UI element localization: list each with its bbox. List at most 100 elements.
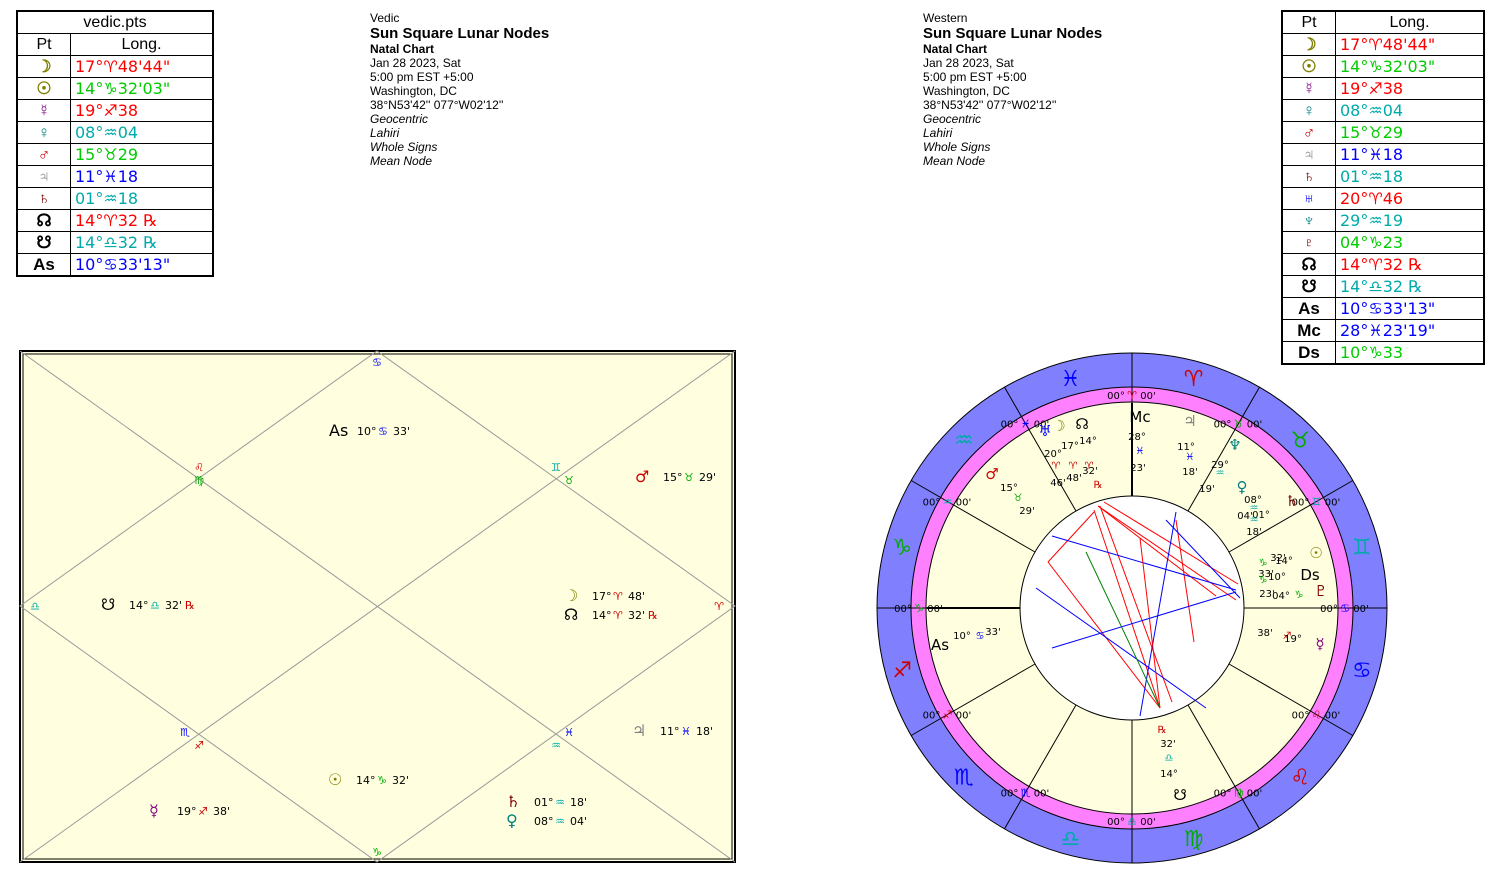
planet-glyph-icon: ☽ <box>564 586 578 605</box>
chart-place: Washington, DC <box>370 84 457 98</box>
longitude-value: 29°♒19 <box>1335 209 1485 232</box>
cusp-minute: 00' <box>1247 420 1262 431</box>
zodiac-sign-icon: ♑ <box>892 535 912 560</box>
cusp-minute: 00' <box>1140 391 1155 402</box>
longitude-value: 15°♉29 <box>70 143 214 166</box>
zodiac-sign-icon: ♎ <box>1061 827 1081 852</box>
cusp-sign-marker: ♑ <box>914 602 924 615</box>
wheel-planet-text: ♒ <box>1250 515 1259 526</box>
planet-row: As 10°♋33'13" <box>16 253 214 277</box>
planet-glyph-icon: ♂ <box>635 467 649 486</box>
wheel-planet-icon: ♄ <box>1285 492 1298 510</box>
chart-time: 5:00 pm EST +5:00 <box>923 70 1027 84</box>
moon-icon: ☽ <box>16 55 71 78</box>
planet-row: ♂ 15°♉29 <box>1281 121 1485 144</box>
cusp-sign-marker: ♓ <box>1021 418 1031 431</box>
planet-glyph-icon: As <box>329 421 348 440</box>
uranus-icon: ♅ <box>1281 187 1336 210</box>
longitude-value: 08°♒04 <box>1335 99 1485 122</box>
wheel-planet-text: 19' <box>1199 484 1214 495</box>
cusp-sign-marker: ♊ <box>1312 496 1322 509</box>
cusp-degree: 00° <box>894 604 912 615</box>
planet-row: ☉ 14°♑32'03" <box>16 77 214 100</box>
wheel-planet-text: ℞ <box>1094 480 1103 491</box>
jupiter-icon: ♃ <box>16 165 71 188</box>
wheel-planet-text: ♓ <box>1136 446 1145 457</box>
longitude-value: 14°♈32 ℞ <box>1335 253 1485 276</box>
wheel-planet-text: 38' <box>1257 628 1272 639</box>
cusp-minute: 00' <box>1140 817 1155 828</box>
ascendant-icon: As <box>16 253 71 277</box>
planet-row: ☊ 14°♈32 ℞ <box>16 209 214 232</box>
cusp-sign-marker: ♌ <box>1312 709 1322 722</box>
longitude-value: 20°♈46 <box>1335 187 1485 210</box>
wheel-planet-text: ♒ <box>1216 468 1225 479</box>
longitude-value: 14°♑32'03" <box>70 77 214 100</box>
wheel-planet-icon: ♇ <box>1314 582 1327 600</box>
planet-minute: 32' <box>165 599 182 612</box>
longitude-value: 11°♓18 <box>70 165 214 188</box>
zodiac-sign-icon: ♈ <box>1184 367 1204 392</box>
planet-row: ♃ 11°♓18 <box>1281 143 1485 166</box>
house-sign-marker: ♌ <box>194 461 204 474</box>
wheel-planet-icon: Mc <box>1129 408 1150 426</box>
wheel-planet-icon: ☊ <box>1075 415 1088 433</box>
planet-glyph-icon: ♀ <box>506 811 518 830</box>
vedic-north-indian-chart: ♋♌♍♎♏♐♑♒♓♈♉♊ As 10° ♋ 33'♂ 15° ♉ 29'☋ 14° ♎ 32' ℞☽… <box>19 350 736 863</box>
zodiac-sign-icon: ♋ <box>1352 659 1372 684</box>
wheel-planet-icon: ☿ <box>1315 635 1324 653</box>
wheel-planet-icon: ☽ <box>1052 417 1065 435</box>
wheel-planet-text: ♈ <box>1052 461 1061 472</box>
wheel-planet-icon: ♀ <box>1237 478 1248 496</box>
wheel-planet-text: ♑ <box>1295 590 1304 601</box>
longitude-value: 17°♈48'44" <box>70 55 214 78</box>
planet-sign: ♑ <box>377 774 387 787</box>
longitude-value: 14°♑32'03" <box>1335 55 1485 78</box>
cusp-degree: 00° <box>923 498 941 509</box>
chart-zodiac: Geocentric <box>923 112 982 126</box>
house-sign-marker: ♊ <box>551 461 561 474</box>
longitude-value: 04°♑23 <box>1335 231 1485 254</box>
ascendant-icon: As <box>1281 297 1336 320</box>
col-long-header: Long. <box>1335 10 1485 34</box>
cusp-degree: 00° <box>1001 788 1019 799</box>
planet-degree: 14° <box>592 609 612 622</box>
system-label: Western <box>923 11 968 25</box>
planet-degree: 14° <box>356 774 376 787</box>
house-sign-marker: ♉ <box>564 474 574 487</box>
planet-row: ☽ 17°♈48'44" <box>1281 33 1485 56</box>
wheel-planet-text: 32' <box>1082 466 1097 477</box>
house-sign-marker: ♏ <box>180 726 190 739</box>
longitude-value: 10°♋33'13" <box>1335 297 1485 320</box>
planet-row: ♀ 08°♒04 <box>1281 99 1485 122</box>
chart-title: Sun Square Lunar Nodes <box>370 25 550 42</box>
wheel-planet-text: 23' <box>1130 463 1145 474</box>
longitude-value: 19°♐38 <box>70 99 214 122</box>
retrograde-mark: ℞ <box>185 599 195 612</box>
house-sign-marker: ♒ <box>551 739 561 752</box>
longitude-value: 28°♓23'19" <box>1335 319 1485 342</box>
mars-icon: ♂ <box>16 143 71 166</box>
planet-degree: 15° <box>663 471 683 484</box>
wheel-planet-text: 48' <box>1066 473 1081 484</box>
north-node-icon: ☊ <box>1281 253 1336 276</box>
retrograde-mark: ℞ <box>648 609 658 622</box>
planet-minute: 32' <box>628 609 645 622</box>
planet-row: ♅ 20°♈46 <box>1281 187 1485 210</box>
longitude-value: 14°♎32 ℞ <box>1335 275 1485 298</box>
longitude-value: 14°♎32 ℞ <box>70 231 214 254</box>
planet-sign: ♒ <box>555 815 565 828</box>
planet-degree: 11° <box>660 725 680 738</box>
chart-houses: Whole Signs <box>370 140 438 154</box>
planet-row: ♂ 15°♉29 <box>16 143 214 166</box>
house-sign-marker: ♓ <box>564 726 574 739</box>
moon-icon: ☽ <box>1281 33 1336 56</box>
house-sign-marker: ♋ <box>372 356 382 369</box>
chart-time: 5:00 pm EST +5:00 <box>370 70 474 84</box>
chart-date: Jan 28 2023, Sat <box>370 56 461 70</box>
cusp-sign-marker: ♏ <box>1021 786 1031 799</box>
mars-icon: ♂ <box>1281 121 1336 144</box>
house-sign-marker: ♈ <box>714 600 724 613</box>
saturn-icon: ♄ <box>1281 165 1336 188</box>
wheel-planet-text: 46' <box>1050 478 1065 489</box>
